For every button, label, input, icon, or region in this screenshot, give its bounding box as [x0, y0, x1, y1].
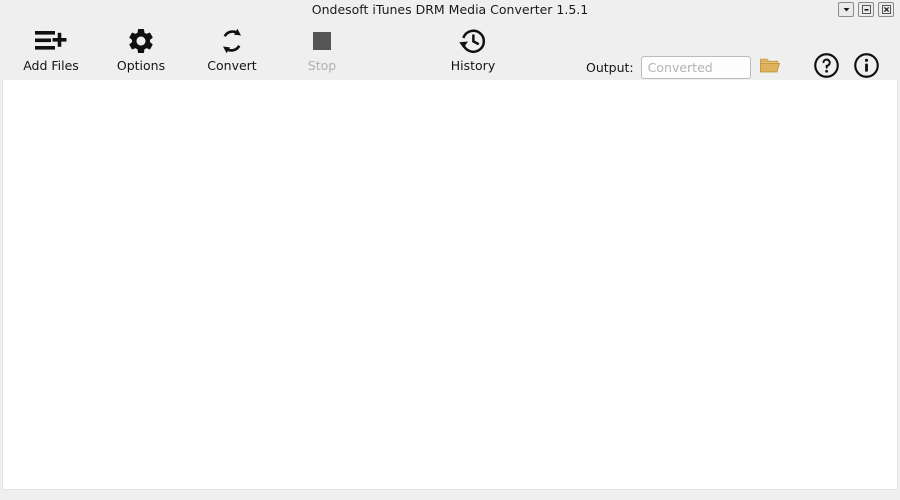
add-files-label: Add Files [23, 58, 79, 73]
options-button[interactable]: Options [95, 20, 187, 80]
close-icon[interactable] [878, 2, 894, 17]
convert-label: Convert [207, 58, 257, 73]
info-button[interactable] [852, 52, 880, 83]
toolbar: Add Files Options Convert Stop History O… [0, 20, 900, 80]
history-clock-icon [458, 25, 488, 57]
help-circle-icon [813, 52, 840, 83]
convert-refresh-icon [217, 25, 247, 57]
output-path-input[interactable] [640, 56, 751, 79]
add-files-icon [34, 25, 68, 57]
output-label: Output: [586, 59, 634, 75]
minimize-icon[interactable] [858, 2, 874, 17]
output-group: Output: [586, 56, 782, 79]
window-title: Ondesoft iTunes DRM Media Converter 1.5.… [311, 2, 589, 17]
info-circle-icon [853, 52, 880, 83]
stop-label: Stop [307, 58, 337, 73]
help-button[interactable] [812, 52, 840, 83]
browse-folder-button[interactable] [758, 57, 782, 79]
folder-open-icon [759, 56, 781, 79]
chevron-down-icon[interactable] [838, 2, 854, 17]
content-area [0, 80, 900, 500]
file-list[interactable] [2, 80, 898, 490]
gear-icon [126, 25, 156, 57]
options-label: Options [116, 58, 166, 73]
history-label: History [450, 58, 496, 73]
add-files-button[interactable]: Add Files [5, 20, 97, 80]
title-bar: Ondesoft iTunes DRM Media Converter 1.5.… [0, 0, 900, 20]
history-button[interactable]: History [427, 20, 519, 80]
stop-button[interactable]: Stop [276, 20, 368, 80]
application-window: Ondesoft iTunes DRM Media Converter 1.5.… [0, 0, 900, 500]
stop-square-icon [309, 25, 335, 57]
window-controls [838, 2, 894, 17]
convert-button[interactable]: Convert [186, 20, 278, 80]
